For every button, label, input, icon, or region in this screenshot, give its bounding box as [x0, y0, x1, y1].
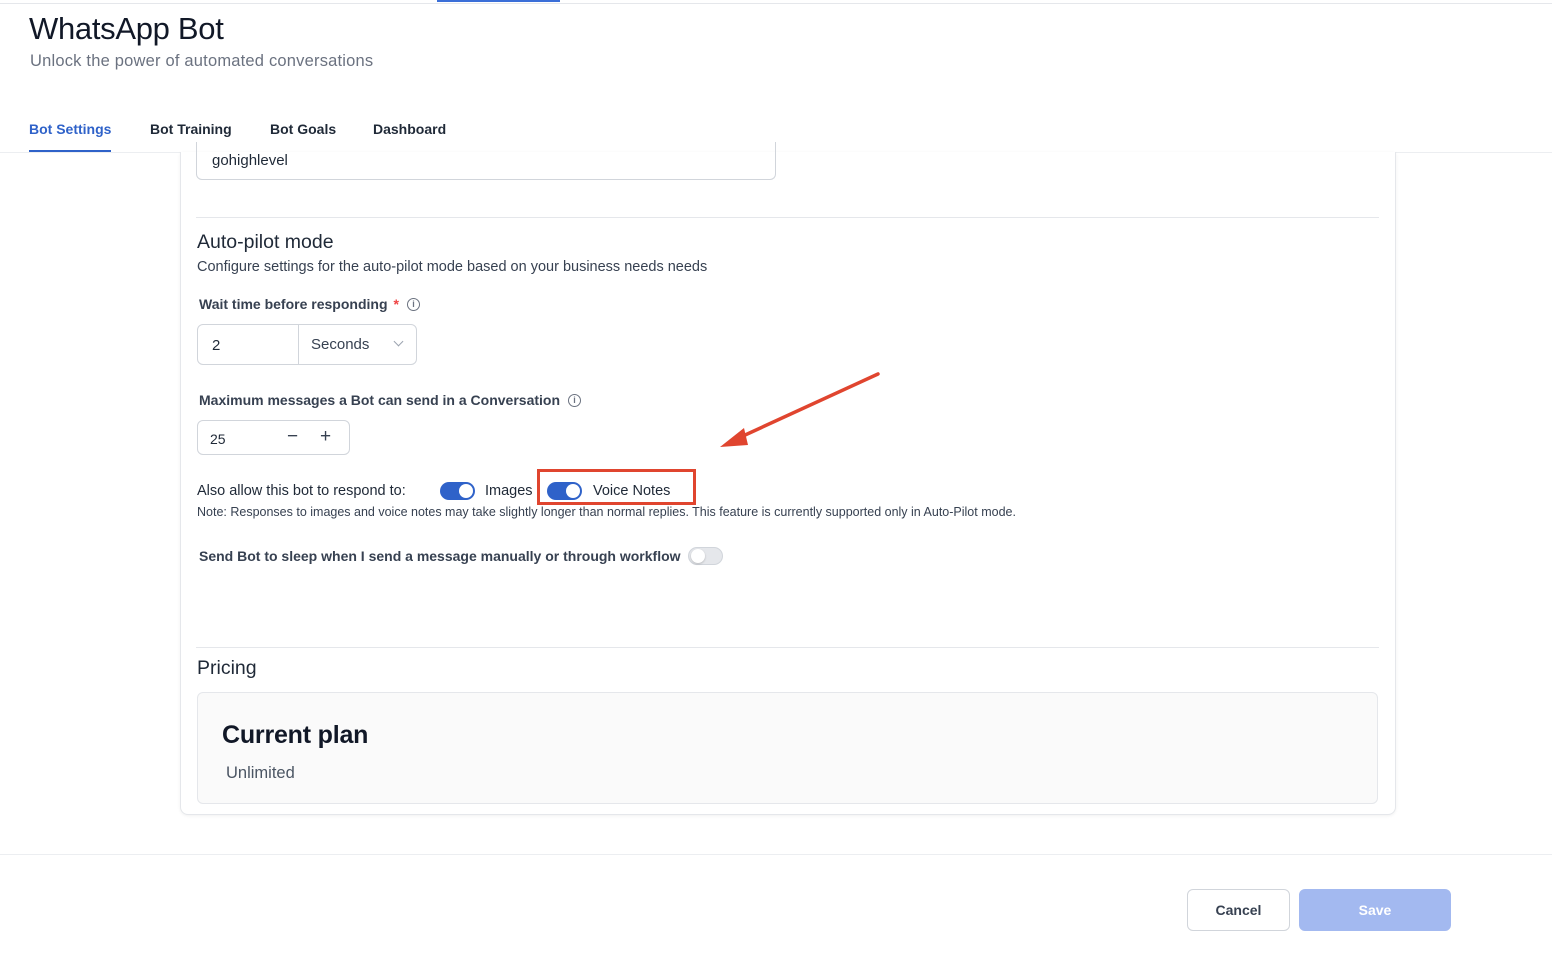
current-plan-card: Current plan Unlimited [197, 692, 1378, 804]
tab-bot-training[interactable]: Bot Training [150, 121, 232, 137]
max-messages-input[interactable]: 25 [210, 431, 226, 447]
section-divider [196, 647, 1379, 648]
save-button[interactable]: Save [1299, 889, 1451, 931]
increment-button[interactable]: + [320, 425, 331, 449]
section-divider [196, 217, 1379, 218]
wait-unit-select[interactable]: Seconds [311, 336, 369, 353]
footer-divider [0, 854, 1552, 855]
toggle-knob [691, 549, 705, 563]
images-toggle-label: Images [485, 483, 533, 499]
top-progress-indicator [437, 0, 560, 2]
page-title: WhatsApp Bot [29, 11, 224, 46]
chevron-down-icon[interactable] [393, 336, 404, 347]
toggle-knob [459, 484, 473, 498]
top-divider [0, 3, 1552, 4]
sleep-toggle[interactable] [688, 547, 723, 565]
decrement-button[interactable]: − [287, 425, 298, 449]
tab-bot-goals[interactable]: Bot Goals [270, 121, 336, 137]
wait-time-label: Wait time before responding * i [199, 296, 420, 312]
input-divider [298, 325, 299, 364]
current-plan-value: Unlimited [226, 764, 295, 782]
respond-note: Note: Responses to images and voice note… [197, 505, 1016, 519]
wait-time-input-group: 2 Seconds [197, 324, 417, 365]
pricing-title: Pricing [197, 657, 257, 679]
bot-name-input[interactable]: gohighlevel [196, 142, 776, 180]
voice-notes-toggle-label: Voice Notes [593, 483, 671, 499]
autopilot-title: Auto-pilot mode [197, 231, 334, 253]
images-toggle[interactable] [440, 482, 475, 500]
info-icon[interactable]: i [406, 297, 420, 311]
tab-bot-settings[interactable]: Bot Settings [29, 121, 111, 137]
wait-time-label-text: Wait time before responding [199, 296, 388, 312]
info-icon[interactable]: i [568, 393, 582, 407]
respond-to-label: Also allow this bot to respond to: [197, 483, 406, 499]
wait-time-input[interactable]: 2 [212, 337, 220, 354]
required-mark: * [393, 296, 399, 312]
cancel-button[interactable]: Cancel [1187, 889, 1290, 931]
max-messages-label: Maximum messages a Bot can send in a Con… [199, 392, 582, 408]
voice-notes-toggle[interactable] [547, 482, 582, 500]
tab-dashboard[interactable]: Dashboard [373, 121, 446, 137]
page-subtitle: Unlock the power of automated conversati… [30, 52, 374, 70]
max-messages-label-text: Maximum messages a Bot can send in a Con… [199, 392, 561, 408]
current-plan-title: Current plan [222, 721, 369, 749]
max-messages-stepper: 25 − + [197, 420, 350, 455]
sleep-label: Send Bot to sleep when I send a message … [199, 548, 681, 564]
autopilot-description: Configure settings for the auto-pilot mo… [197, 259, 708, 275]
toggle-knob [566, 484, 580, 498]
